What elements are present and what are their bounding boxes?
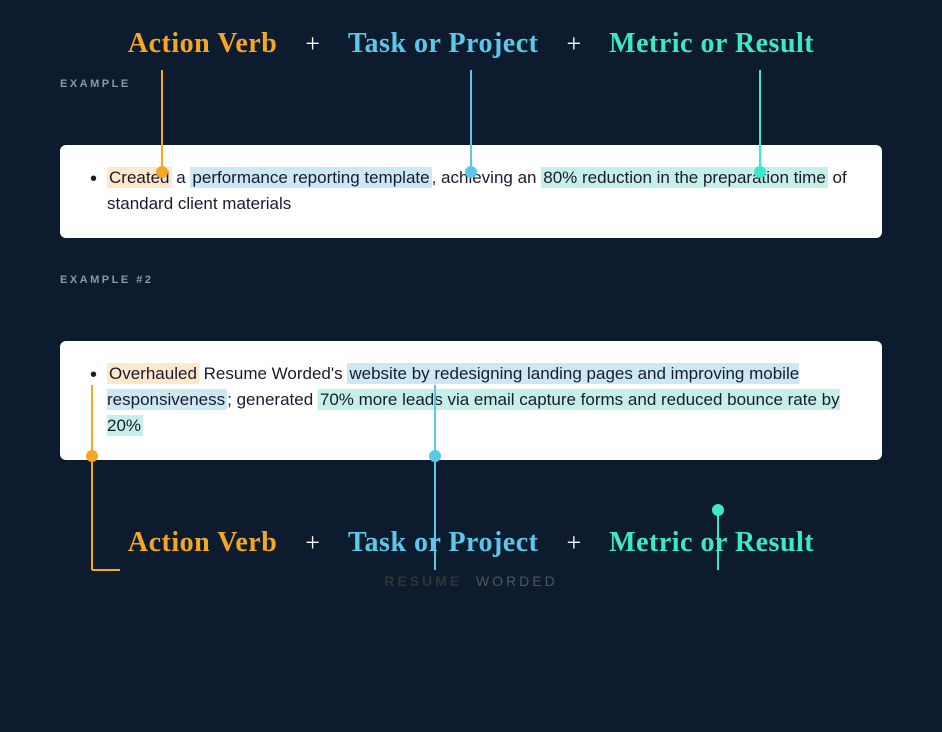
metric-top: Metric or Result [609, 28, 814, 60]
plus-2-bottom: + [566, 528, 581, 558]
bullet-1: • [90, 165, 97, 193]
example1-metric: 80% reduction in the preparation time [541, 167, 828, 188]
example1-text: Created a performance reporting template… [107, 165, 852, 218]
top-formula-row: Action Verb + Task or Project + Metric o… [0, 0, 942, 60]
bottom-formula-row: Action Verb + Task or Project + Metric o… [0, 515, 942, 559]
plus-2-top: + [566, 29, 581, 59]
action-verb-top: Action Verb [128, 28, 277, 60]
footer-brand: RESUME WORDED [384, 573, 557, 589]
footer-worded: WORDED [476, 573, 558, 589]
example2-text: Overhauled Resume Worded's website by re… [107, 361, 852, 440]
example2-pre-metric: ; generated [227, 390, 318, 409]
connector-area-3 [0, 460, 942, 515]
example1-pre-metric: , achieving an [432, 168, 542, 187]
example1-pre-task: a [172, 168, 191, 187]
task-top: Task or Project [348, 28, 539, 60]
page-container: Action Verb + Task or Project + Metric o… [0, 0, 942, 732]
example1-box: • Created a performance reporting templa… [60, 145, 882, 238]
bullet-2: • [90, 361, 97, 389]
connector-area-2 [60, 286, 882, 341]
metric-bottom: Metric or Result [609, 527, 814, 559]
task-bottom: Task or Project [348, 527, 539, 559]
example2-box: • Overhauled Resume Worded's website by … [60, 341, 882, 460]
example1-action-verb: Created [107, 167, 171, 188]
plus-1-top: + [305, 29, 320, 59]
example1-label: EXAMPLE [0, 60, 942, 90]
example2-label: EXAMPLE #2 [0, 256, 942, 286]
connector-area-1 [60, 90, 882, 145]
example1-task: performance reporting template [190, 167, 431, 188]
example2-pre-task: Resume Worded's [199, 364, 347, 383]
action-verb-bottom: Action Verb [128, 527, 277, 559]
footer-resume: RESUME [384, 573, 462, 589]
footer: RESUME WORDED [0, 559, 942, 591]
plus-1-bottom: + [305, 528, 320, 558]
example2-action-verb: Overhauled [107, 363, 199, 384]
